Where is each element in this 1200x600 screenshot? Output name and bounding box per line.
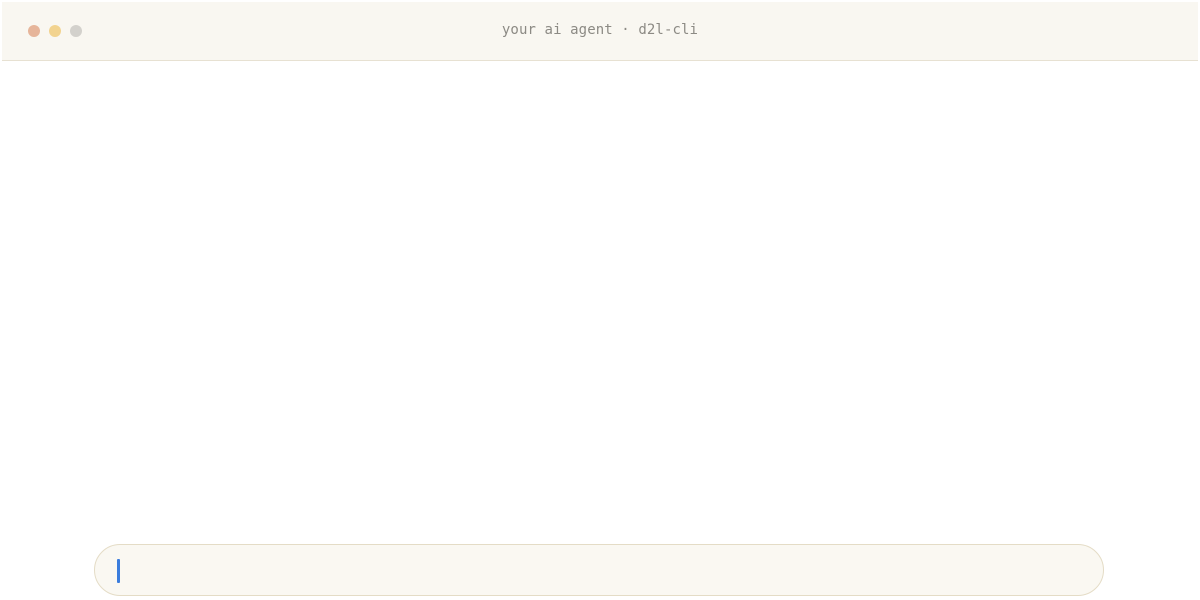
message-composer[interactable] <box>94 544 1104 596</box>
app-window: your ai agent · d2l-cli <box>0 0 1200 600</box>
message-input[interactable] <box>95 545 1103 595</box>
window-title: your ai agent · d2l-cli <box>501 22 699 38</box>
conversation-area <box>2 61 1198 531</box>
title-bar[interactable]: your ai agent · d2l-cli <box>2 2 1198 61</box>
text-caret <box>117 559 120 583</box>
